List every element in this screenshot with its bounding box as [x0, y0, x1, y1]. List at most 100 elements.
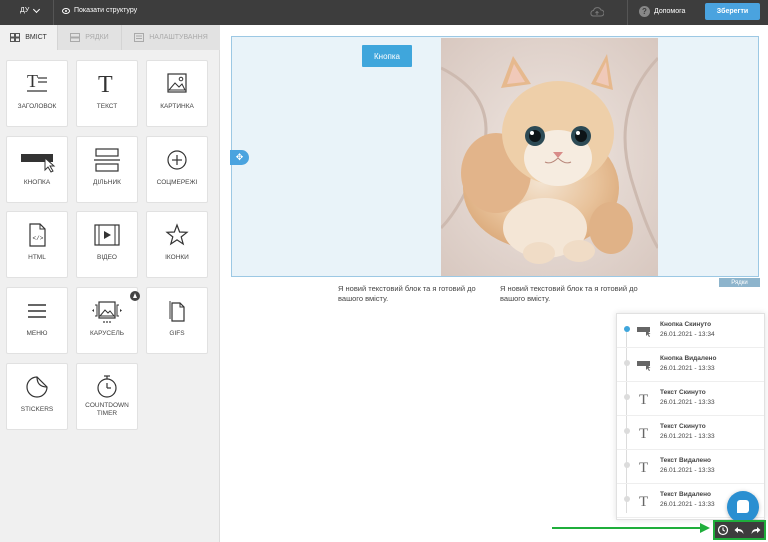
text-icon: T: [639, 460, 648, 474]
tab-settings-label: НАЛАШТУВАННЯ: [149, 34, 208, 41]
text-icon: T: [639, 392, 648, 406]
block-label: HTML: [28, 254, 46, 261]
svg-text:T: T: [639, 460, 648, 474]
help-button[interactable]: ? Допомога: [639, 6, 685, 17]
move-handle-icon[interactable]: ✥: [230, 150, 249, 165]
cat-photo: [441, 38, 658, 276]
svg-text:T: T: [27, 71, 38, 91]
block-label: КНОПКА: [23, 179, 51, 186]
history-item[interactable]: T Текст Скинуто 26.01.2021 - 13:33: [617, 382, 764, 416]
timeline-dot: [624, 428, 630, 434]
block-gifs[interactable]: GIFS: [146, 287, 208, 354]
divider: [53, 0, 54, 25]
text-block-1[interactable]: Я новий текстовий блок та я готовий до в…: [338, 284, 498, 304]
block-heading[interactable]: T ЗАГОЛОВОК: [6, 60, 68, 127]
block-stickers[interactable]: STICKERS: [6, 363, 68, 430]
block-button[interactable]: КНОПКА: [6, 136, 68, 203]
block-social[interactable]: СОЦМЕРЕЖІ: [146, 136, 208, 203]
grid-icon: [10, 33, 21, 42]
heading-icon: T: [27, 71, 47, 92]
block-label: GIFS: [169, 330, 185, 337]
history-item[interactable]: T Текст Видалено 26.01.2021 - 13:33: [617, 450, 764, 484]
chat-bubble-icon[interactable]: [727, 491, 759, 523]
sticker-icon: [26, 376, 48, 398]
block-label: ТЕКСТ: [96, 103, 118, 110]
text-icon: T: [98, 72, 113, 98]
history-title: Текст Видалено: [660, 491, 712, 498]
block-video[interactable]: ВІДЕО: [76, 211, 138, 278]
history-item[interactable]: Кнопка Видалено 26.01.2021 - 13:33: [617, 348, 764, 382]
top-bar: ДУ Показати структуру ? Допомога Зберегт…: [0, 0, 768, 25]
help-label: Допомога: [654, 8, 686, 15]
rows-tag[interactable]: Рядки: [719, 278, 760, 287]
block-label: ВІДЕО: [97, 254, 117, 261]
history-time: 26.01.2021 - 13:33: [660, 399, 715, 406]
tab-rows[interactable]: РЯДКИ: [58, 25, 122, 50]
block-label: STICKERS: [20, 406, 54, 413]
block-label: COUNTDOWN TIMER: [85, 402, 129, 417]
block-icons[interactable]: ІКОНКИ: [146, 211, 208, 278]
star-icon: [165, 223, 189, 246]
history-item[interactable]: Кнопка Скинуто 26.01.2021 - 13:34: [617, 314, 764, 348]
button-icon: [637, 327, 651, 337]
timeline-dot: [624, 462, 630, 468]
canvas-button[interactable]: Кнопка: [362, 45, 412, 67]
block-html[interactable]: </> HTML: [6, 211, 68, 278]
menu-icon: [28, 304, 46, 318]
text-icon: T: [639, 426, 648, 440]
selected-row[interactable]: Кнопка ✥: [230, 36, 759, 277]
question-icon: ?: [639, 6, 650, 17]
language-selector[interactable]: ДУ: [20, 5, 41, 14]
history-title: Текст Скинуто: [660, 389, 706, 396]
history-title: Текст Видалено: [660, 457, 712, 464]
block-label: КАРУСЕЛЬ: [89, 330, 124, 337]
show-structure-toggle[interactable]: Показати структуру: [62, 7, 137, 14]
social-icon: [167, 150, 187, 170]
block-label: ІКОНКИ: [165, 254, 189, 261]
block-text[interactable]: T ТЕКСТ: [76, 60, 138, 127]
settings-icon: [134, 33, 145, 42]
history-title: Кнопка Видалено: [660, 355, 717, 362]
tab-settings[interactable]: НАЛАШТУВАННЯ: [122, 25, 220, 50]
cat-image[interactable]: [441, 38, 658, 276]
save-button[interactable]: Зберегти: [705, 3, 760, 20]
history-time: 26.01.2021 - 13:33: [660, 501, 715, 508]
new-badge-icon: [130, 291, 140, 301]
show-structure-label: Показати структуру: [74, 7, 138, 14]
button-icon: [637, 361, 651, 371]
history-time: 26.01.2021 - 13:33: [660, 467, 715, 474]
tab-content[interactable]: ВМІСТ: [0, 25, 58, 50]
divider-icon: [94, 148, 120, 172]
redo-icon[interactable]: [750, 524, 762, 536]
history-clock-icon[interactable]: [717, 524, 729, 536]
content-panel: ВМІСТ РЯДКИ НАЛАШТУВАННЯ T ЗАГОЛОВОК T Т…: [0, 25, 220, 542]
timeline-dot: [624, 394, 630, 400]
block-divider[interactable]: ДІЛЬНИК: [76, 136, 138, 203]
block-image[interactable]: КАРТИНКА: [146, 60, 208, 127]
svg-text:T: T: [98, 72, 113, 98]
history-panel: Кнопка Скинуто 26.01.2021 - 13:34 Кнопка…: [616, 313, 765, 520]
undo-icon[interactable]: [733, 524, 745, 536]
timeline-dot: [624, 326, 630, 332]
image-icon: [167, 73, 187, 93]
rows-icon: [70, 33, 81, 42]
text-block-2[interactable]: Я новий текстовий блок та я готовий до в…: [500, 284, 660, 304]
annotation-arrow: [552, 527, 702, 529]
block-menu[interactable]: МЕНЮ: [6, 287, 68, 354]
block-countdown-timer[interactable]: COUNTDOWN TIMER: [76, 363, 138, 430]
timeline-dot: [624, 360, 630, 366]
block-label: ДІЛЬНИК: [93, 179, 121, 186]
history-item[interactable]: T Текст Скинуто 26.01.2021 - 13:33: [617, 416, 764, 450]
text-icon: T: [639, 494, 648, 508]
cloud-upload-icon[interactable]: [590, 6, 604, 18]
history-title: Кнопка Скинуто: [660, 321, 712, 328]
block-label: МЕНЮ: [26, 330, 48, 337]
svg-text:T: T: [639, 392, 648, 406]
history-title: Текст Скинуто: [660, 423, 706, 430]
block-carousel[interactable]: КАРУСЕЛЬ: [76, 287, 140, 354]
timeline-dot: [624, 496, 630, 502]
svg-text:</>: </>: [33, 235, 44, 242]
history-time: 26.01.2021 - 13:33: [660, 365, 715, 372]
timer-icon: [97, 375, 117, 398]
video-icon: [94, 224, 120, 246]
